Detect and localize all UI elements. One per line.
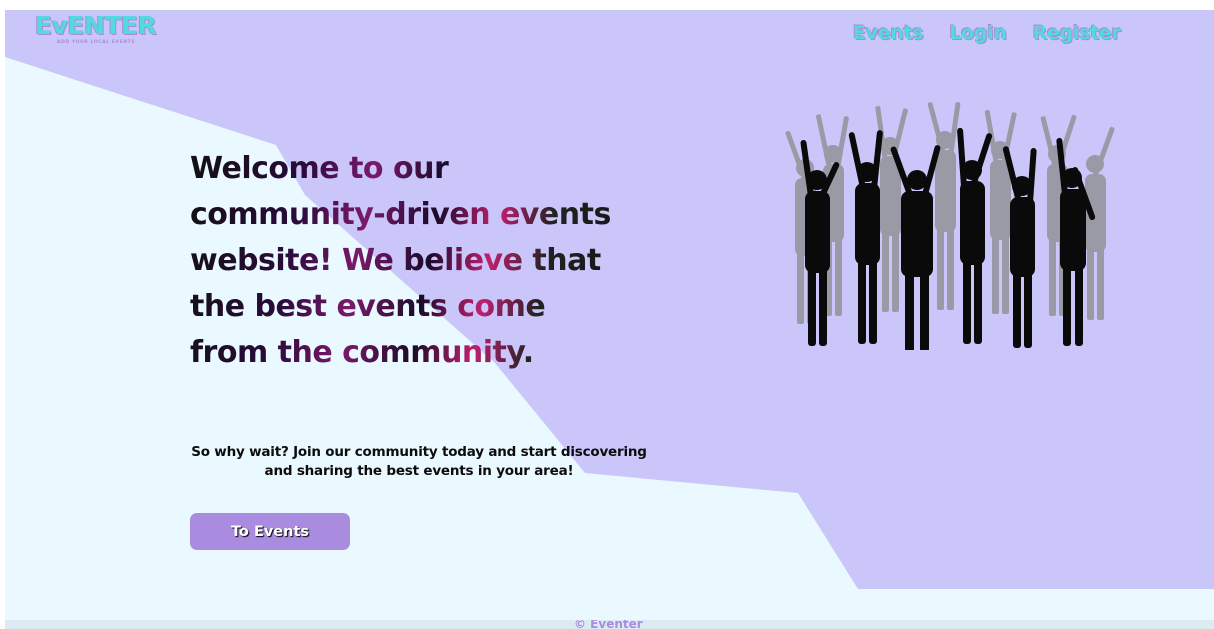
logo-text: EvENTER [35, 11, 157, 40]
hero-headline: Welcome to our community-driven events w… [190, 146, 620, 376]
nav-register-link[interactable]: Register [1033, 22, 1121, 44]
nav-events-link[interactable]: Events [853, 22, 924, 44]
top-nav: Events Login Register [853, 22, 1147, 44]
footer-copyright: © Eventer [574, 620, 643, 629]
to-events-button[interactable]: To Events [190, 513, 350, 550]
page-frame: EvENTER ADD YOUR LOCAL EVENTS Events Log… [5, 10, 1214, 629]
logo-tagline: ADD YOUR LOCAL EVENTS [57, 40, 136, 45]
crowd-silhouette-icon [785, 102, 1115, 350]
brand-logo[interactable]: EvENTER ADD YOUR LOCAL EVENTS [35, 11, 157, 46]
page-footer: © Eventer [5, 620, 1214, 629]
nav-login-link[interactable]: Login [949, 22, 1007, 44]
hero-subtext: So why wait? Join our community today an… [191, 444, 647, 479]
